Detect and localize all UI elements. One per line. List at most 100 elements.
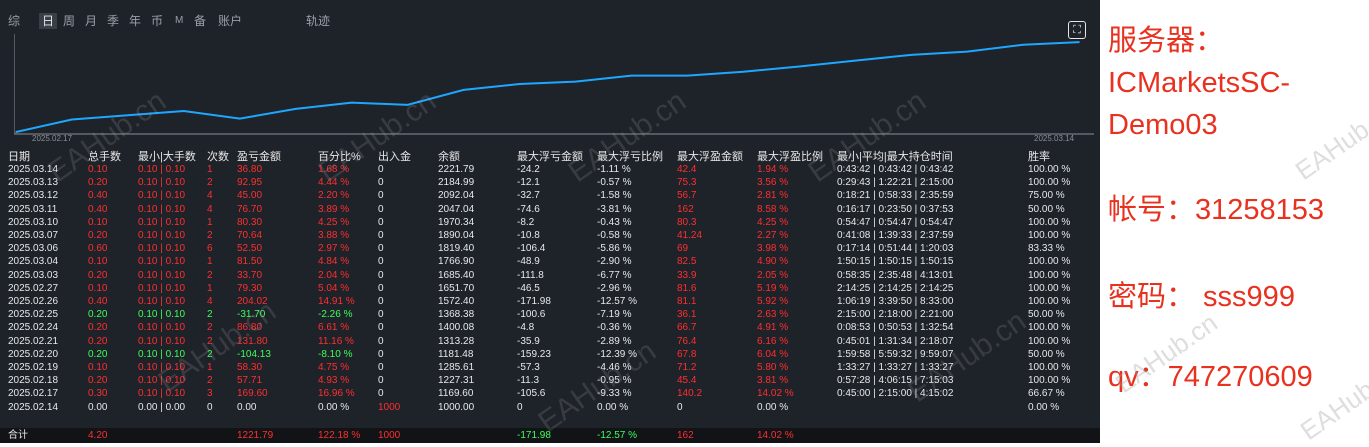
tab-account[interactable]: 账户 [218,13,242,29]
cell-io: 0 [378,348,384,360]
table-row[interactable]: 2025.02.18 0.20 0.10 | 0.10 2 57.71 4.93 % 0 12… [0,375,1100,387]
table-row[interactable]: 2025.02.17 0.30 0.10 | 0.10 3 169.60 16.96 % 0… [0,388,1100,400]
cell-lots: 0.30 [88,388,108,400]
table-row[interactable]: 2025.02.21 0.20 0.10 | 0.10 2 131.80 11.16 % 0… [0,336,1100,348]
cell-max-dd: -11.3 [517,375,540,387]
header-balance[interactable]: 余额 [438,148,460,164]
header-max-float-profit[interactable]: 最大浮盈金额 [677,148,743,164]
cell-pct: 6.61 % [318,322,350,334]
header-min-max-lots[interactable]: 最小|大手数 [138,148,196,164]
balance-point [574,80,577,83]
cell-max-fp-pct: 3.98 % [757,243,789,255]
cell-max-dd: -32.7 [517,190,540,202]
cell-pct: 16.96 % [318,388,355,400]
cell-hold: 1:59:58 | 5:59:32 | 9:59:07 [837,348,954,360]
cell-lots: 0.40 [88,296,108,307]
tab-day[interactable]: 日 [39,13,58,29]
cell-balance: 2047.04 [438,203,475,215]
cell-hold: 1:06:19 | 3:39:50 | 8:33:00 [837,296,954,307]
cell-hold: 2:14:25 | 2:14:25 | 2:14:25 [837,282,954,294]
tab-note[interactable]: 备 [194,13,206,29]
table-row[interactable]: 2025.03.11 0.40 0.10 | 0.10 4 76.70 3.89 % 0 20… [0,204,1100,216]
table-row[interactable]: 2025.03.12 0.40 0.10 | 0.10 4 45.00 2.20 % 0 20… [0,190,1100,202]
cell-hold: 0:18:21 | 0:58:33 | 2:35:59 [837,190,954,202]
tab-trace[interactable]: 轨迹 [306,13,330,29]
cell-hold: 0:43:42 | 0:43:42 | 0:43:42 [837,164,954,175]
balance-series-line [15,41,1080,133]
cell-date: 2025.03.11 [8,203,58,215]
cell-balance: 1368.38 [438,309,475,321]
tab-month[interactable]: 月 [85,13,97,29]
cell-minmax: 0.10 | 0.10 [138,296,186,307]
header-in-out[interactable]: 出入金 [378,148,411,164]
header-count[interactable]: 次数 [207,148,229,164]
cell-max-fp: 69 [677,243,689,255]
cell-date: 2025.02.26 [8,296,59,307]
cell-max-fp: 81.6 [677,282,697,294]
cell-date: 2025.02.20 [8,348,59,360]
table-row[interactable]: 2025.02.25 0.20 0.10 | 0.10 2 -31.70 -2.26 % 0… [0,309,1100,321]
header-pnl[interactable]: 盈亏金额 [237,148,281,164]
table-row[interactable]: 2025.02.14 0.00 0.00 | 0.00 0 0.00 0.00 % 1000… [0,402,1100,414]
header-hold-time[interactable]: 最小|平均|最大持仓时间 [837,148,953,164]
tab-year[interactable]: 年 [129,13,141,29]
table-row[interactable]: 2025.03.13 0.20 0.10 | 0.10 2 92.95 4.44 % 0 21… [0,177,1100,189]
cell-lots: 0.20 [88,269,108,281]
header-max-drawdown[interactable]: 最大浮亏金额 [517,148,583,164]
cell-date: 2025.02.17 [8,388,59,400]
cell-max-dd: -10.8 [517,230,540,241]
cell-hold: 1:33:27 | 1:33:27 | 1:33:27 [837,362,954,373]
cell-hold: 0:17:14 | 0:51:44 | 1:20:03 [837,243,954,255]
table-row[interactable]: 2025.02.26 0.40 0.10 | 0.10 4 204.02 14.91 % 0… [0,296,1100,308]
table-row[interactable]: 2025.02.20 0.20 0.10 | 0.10 2 -104.13 -8.10 %… [0,349,1100,361]
table-row[interactable]: 2025.02.27 0.10 0.10 | 0.10 1 79.30 5.04 % 0 16… [0,283,1100,295]
cell-minmax: 0.10 | 0.10 [138,230,186,241]
header-total-lots[interactable]: 总手数 [88,148,121,164]
balance-point [406,104,409,106]
tab-overview[interactable]: 综 [8,13,20,29]
header-max-drawdown-pct[interactable]: 最大浮亏比例 [597,148,663,164]
cell-max-dd-pct: -12.57 % [597,296,638,307]
header-pct[interactable]: 百分比% [318,148,361,164]
cell-pnl: 0.00 [237,401,257,413]
cell-date: 2025.03.06 [8,243,59,255]
cell-max-fp: 81.1 [677,296,697,307]
cell-count: 1 [207,256,213,268]
cell-max-fp-pct: 5.19 % [757,282,789,294]
cell-pct: 4.25 % [318,216,350,228]
header-date[interactable]: 日期 [8,148,30,164]
cell-minmax: 0.10 | 0.10 [138,269,186,281]
cell-lots: 0.10 [88,282,108,294]
balance-point [294,108,297,110]
tab-quarter[interactable]: 季 [107,13,119,29]
cell-hold: 0:16:17 | 0:23:50 | 0:37:53 [837,203,954,215]
table-row[interactable]: 2025.03.03 0.20 0.10 | 0.10 2 33.70 2.04 % 0 16… [0,270,1100,282]
server-name-line-2: Demo03 [1108,109,1218,141]
header-max-float-profit-pct[interactable]: 最大浮盈比例 [757,148,823,164]
cell-win: 100.00 % [1028,177,1071,189]
cell-win: 50.00 % [1028,309,1065,321]
cell-max-dd-pct: -3.81 % [597,203,632,215]
cell-max-fp-pct: 4.90 % [757,256,789,268]
tab-currency[interactable]: 币 [151,13,163,29]
tab-week[interactable]: 周 [63,13,75,29]
cell-win: 100.00 % [1028,164,1071,175]
cell-max-fp-pct: 3.81 % [757,375,789,387]
cell-count: 2 [207,177,213,189]
cell-pct: 2.04 % [318,269,350,281]
tab-m[interactable]: M [175,13,183,29]
cell-io: 0 [378,243,384,255]
table-row[interactable]: 2025.02.24 0.20 0.10 | 0.10 2 86.80 6.61 % 0 14… [0,322,1100,334]
table-row[interactable]: 2025.03.07 0.20 0.10 | 0.10 2 70.64 3.88 % 0 18… [0,230,1100,242]
cell-pct: 0.00 % [318,401,350,413]
table-row[interactable]: 2025.03.06 0.60 0.10 | 0.10 6 52.50 2.97 % 0 18… [0,243,1100,255]
table-row[interactable]: 2025.03.10 0.10 0.10 | 0.10 1 80.30 4.25 % 0 19… [0,217,1100,229]
cell-pnl: 76.70 [237,203,263,215]
cell-max-fp-pct: 4.91 % [757,322,789,334]
table-row[interactable]: 2025.03.04 0.10 0.10 | 0.10 1 81.50 4.84 % 0 17… [0,256,1100,268]
table-row[interactable]: 2025.02.19 0.10 0.10 | 0.10 1 58.30 4.75 % 0 12… [0,362,1100,374]
cell-lots: 0.40 [88,203,108,215]
cell-max-fp: 45.4 [677,375,697,387]
header-win-rate[interactable]: 胜率 [1028,148,1050,164]
table-row[interactable]: 2025.03.14 0.10 0.10 | 0.10 1 36.80 1.68 % 0 22… [0,164,1100,176]
